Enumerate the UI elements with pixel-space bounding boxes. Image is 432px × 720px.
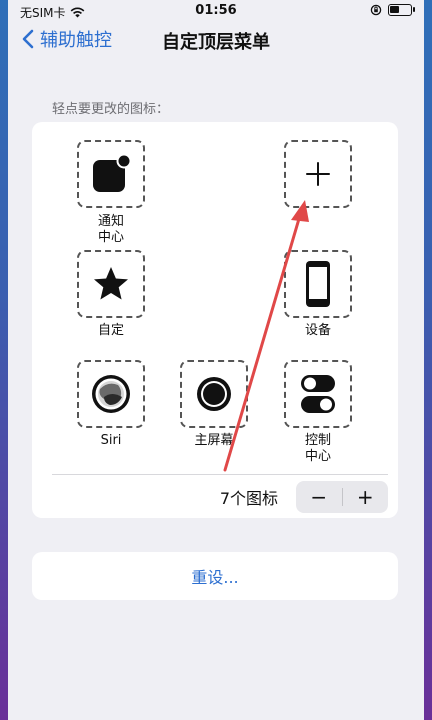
slot-custom[interactable] (77, 250, 145, 318)
label-line: Siri (100, 433, 122, 448)
label-line: 自定 (97, 323, 124, 338)
icon-count-label: 7个图标 (219, 489, 278, 508)
slot-notification-center[interactable] (77, 140, 145, 208)
slot-label-home: 主屏幕 (174, 433, 254, 449)
home-icon (197, 377, 231, 411)
status-right (370, 4, 415, 16)
label-line: 设备 (304, 323, 331, 338)
device-icon (306, 261, 330, 307)
label-line: 中心 (304, 449, 331, 464)
slot-home[interactable] (180, 360, 248, 428)
slot-label-custom: 自定 (71, 323, 151, 339)
label-line: 中心 (97, 230, 124, 245)
page-title: 自定顶层菜单 (162, 32, 270, 53)
decrease-button[interactable]: − (296, 481, 342, 513)
icon-count-stepper: − + (296, 481, 388, 513)
nav-bar: 辅助触控 自定顶层菜单 (8, 22, 424, 62)
star-icon (94, 267, 128, 300)
reset-button[interactable]: 重设... (32, 552, 398, 600)
icon-grid-card: 通知 中心 自定 设备 Siri 主屏幕 控制 中心 7个图标 − + (32, 122, 398, 518)
notification-center-icon (93, 154, 131, 192)
reset-label: 重设... (191, 568, 239, 587)
slot-siri[interactable] (77, 360, 145, 428)
status-time: 01:56 (195, 3, 237, 18)
battery-icon (388, 4, 415, 16)
label-line: 控制 (304, 433, 331, 448)
status-bar: 无SIM卡 01:56 (8, 0, 424, 22)
label-line: 主屏幕 (194, 433, 234, 448)
screen: 无SIM卡 01:56 辅助触控 自定顶层菜单 轻点要更改的图标： 通知 中心 … (8, 0, 424, 720)
control-center-icon (301, 375, 335, 413)
increase-button[interactable]: + (343, 481, 389, 513)
slot-add[interactable] (284, 140, 352, 208)
slot-device[interactable] (284, 250, 352, 318)
slot-control-center[interactable] (284, 360, 352, 428)
slot-label-notification-center: 通知 中心 (71, 214, 151, 246)
label-line: 通知 (97, 214, 124, 229)
section-label: 轻点要更改的图标： (52, 102, 170, 117)
slot-label-control-center: 控制 中心 (278, 433, 358, 465)
orientation-lock-icon (370, 4, 382, 16)
slot-label-device: 设备 (278, 323, 358, 339)
slot-label-siri: Siri (71, 433, 151, 449)
siri-icon (92, 375, 130, 413)
icon-count-row: 7个图标 − + (52, 474, 388, 515)
plus-icon (306, 162, 330, 186)
